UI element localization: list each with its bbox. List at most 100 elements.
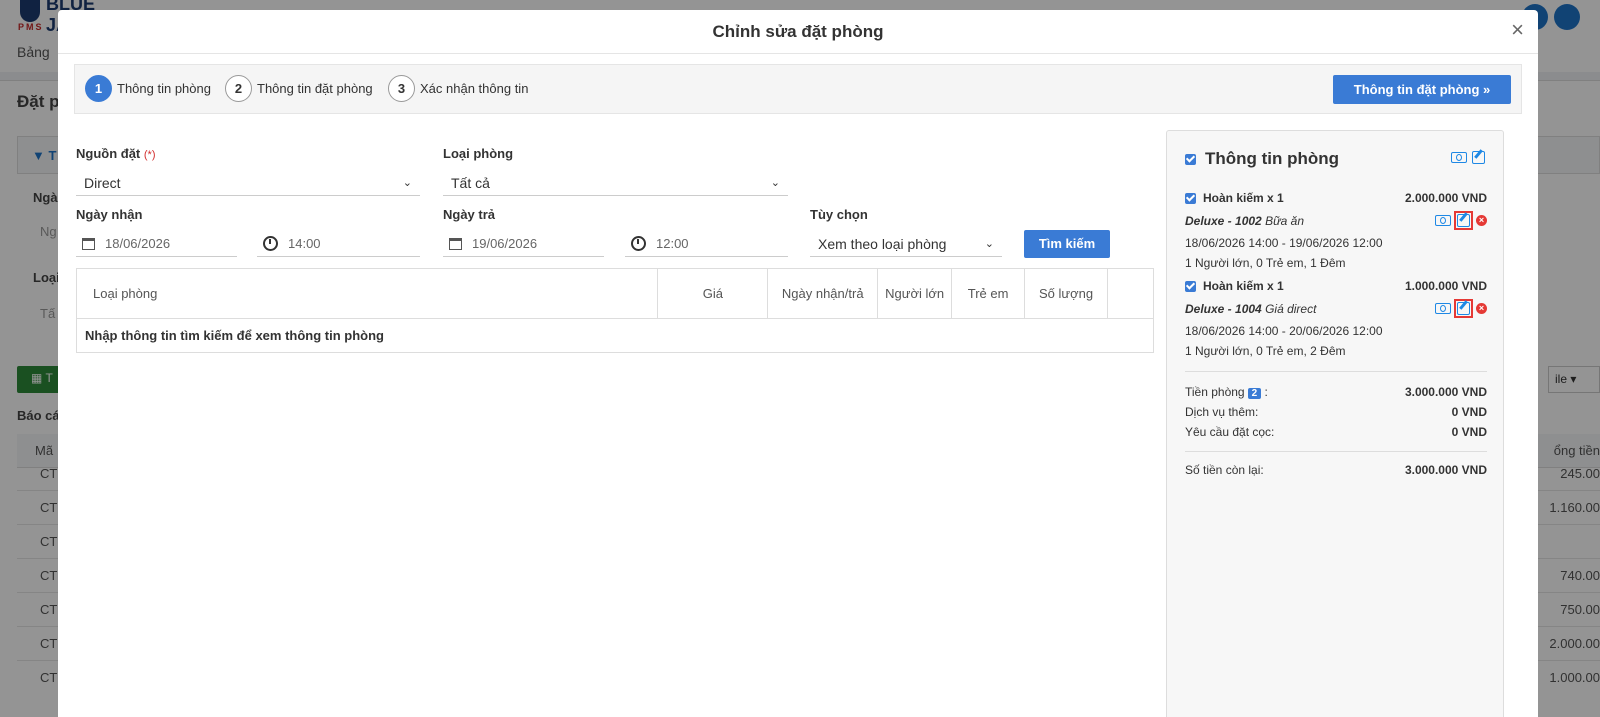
room-item-sub: Deluxe - 1004 Giá direct × <box>1185 299 1487 318</box>
checkout-date-input[interactable]: 19/06/2026 <box>443 231 604 257</box>
select-all-checkbox[interactable] <box>1185 153 1196 165</box>
col-children: Trẻ em <box>951 268 1026 319</box>
step-booking-info[interactable]: 2 Thông tin đặt phòng <box>225 75 373 102</box>
clock-icon <box>631 236 646 251</box>
empty-message: Nhập thông tin tìm kiếm để xem thông tin… <box>76 318 1154 353</box>
room-type-select[interactable]: Tất cả ⌄ <box>443 170 788 196</box>
modal-header: Chỉnh sửa đặt phòng × <box>58 10 1538 54</box>
remaining-row: Số tiền còn lại: 3.000.000 VND <box>1185 463 1487 477</box>
source-label: Nguồn đặt (*) <box>76 146 156 161</box>
room-item-name-wrap: Hoàn kiếm x 1 <box>1185 279 1284 293</box>
room-price: 2.000.000 VND <box>1404 191 1487 205</box>
calendar-icon <box>449 237 462 250</box>
room-item-header: Hoàn kiếm x 1 2.000.000 VND <box>1185 191 1487 205</box>
room-type-label: Loại phòng <box>443 146 514 161</box>
checkin-date-input[interactable]: 18/06/2026 <box>76 231 237 257</box>
room-dates: 18/06/2026 14:00 - 19/06/2026 12:00 <box>1185 236 1383 250</box>
room-number-rate: Deluxe - 1002 Bữa ăn <box>1185 214 1304 228</box>
option-select-value: Xem theo loại phòng <box>818 235 947 252</box>
room-fee-colon: : <box>1264 385 1268 399</box>
table-header-row: Loại phòng Giá Ngày nhận/trả Người lớn T… <box>75 268 1154 319</box>
room-actions: × <box>1435 299 1487 318</box>
service-fee-label: Dịch vụ thêm: <box>1185 405 1259 419</box>
room-checkbox[interactable] <box>1185 280 1196 292</box>
source-label-text: Nguồn đặt <box>76 146 141 161</box>
close-icon[interactable]: × <box>1511 19 1524 41</box>
checkout-date-value: 19/06/2026 <box>472 236 538 251</box>
room-number: Deluxe - 1004 <box>1185 301 1262 316</box>
room-fee-value: 3.000.000 VND <box>1404 385 1487 399</box>
required-mark: (*) <box>143 149 156 161</box>
delete-icon[interactable]: × <box>1476 215 1487 226</box>
sidebar-header-actions <box>1451 151 1485 164</box>
source-select-value: Direct <box>84 174 121 191</box>
edit-icon[interactable] <box>1472 151 1485 164</box>
checkout-time-input[interactable]: 12:00 <box>625 231 788 257</box>
col-action <box>1107 268 1154 319</box>
room-price: 1.000.000 VND <box>1404 279 1487 293</box>
col-adults: Người lớn <box>877 268 953 319</box>
checkin-label: Ngày nhận <box>76 207 143 222</box>
clock-icon <box>263 236 278 251</box>
step-room-info[interactable]: 1 Thông tin phòng <box>85 75 211 102</box>
checkin-time-value: 14:00 <box>288 236 321 251</box>
room-results-table: Loại phòng Giá Ngày nhận/trả Người lớn T… <box>75 268 1154 353</box>
step-number: 3 <box>388 75 415 102</box>
room-name: Hoàn kiếm x 1 <box>1203 191 1284 205</box>
checkout-time-value: 12:00 <box>656 236 689 251</box>
modal-title: Chỉnh sửa đặt phòng <box>712 22 884 41</box>
room-dates: 18/06/2026 14:00 - 20/06/2026 12:00 <box>1185 324 1383 338</box>
col-dates: Ngày nhận/trả <box>767 268 879 319</box>
room-item-sub: Deluxe - 1002 Bữa ăn × <box>1185 211 1487 230</box>
calendar-icon <box>82 237 95 250</box>
col-quantity: Số lượng <box>1024 268 1109 319</box>
step-number: 2 <box>225 75 252 102</box>
next-step-button[interactable]: Thông tin đặt phòng » <box>1333 75 1511 104</box>
room-name: Hoàn kiếm x 1 <box>1203 279 1284 293</box>
remaining-value: 3.000.000 VND <box>1404 463 1487 477</box>
step-number: 1 <box>85 75 112 102</box>
sidebar-header: Thông tin phòng <box>1185 149 1339 169</box>
search-button[interactable]: Tìm kiếm <box>1024 230 1110 258</box>
remaining-label: Số tiền còn lại: <box>1185 463 1264 477</box>
option-select[interactable]: Xem theo loại phòng ⌄ <box>810 231 1002 257</box>
room-info-sidebar: Thông tin phòng Hoàn kiếm x 1 2.000.000 … <box>1166 130 1504 717</box>
service-fee-row: Dịch vụ thêm: 0 VND <box>1185 405 1487 419</box>
sidebar-title: Thông tin phòng <box>1205 149 1340 168</box>
checkin-date-value: 18/06/2026 <box>105 236 171 251</box>
step-confirm[interactable]: 3 Xác nhận thông tin <box>388 75 528 102</box>
room-item-header: Hoàn kiếm x 1 1.000.000 VND <box>1185 279 1487 293</box>
room-guests: 1 Người lớn, 0 Trẻ em, 1 Đêm <box>1185 256 1346 270</box>
price-icon[interactable] <box>1435 303 1451 314</box>
divider <box>1185 371 1487 372</box>
checkout-label: Ngày trả <box>443 207 496 222</box>
room-rate: Bữa ăn <box>1265 213 1305 228</box>
room-item-name-wrap: Hoàn kiếm x 1 <box>1185 191 1284 205</box>
chevron-down-icon: ⌄ <box>402 177 412 189</box>
room-guests: 1 Người lớn, 0 Trẻ em, 2 Đêm <box>1185 344 1346 358</box>
room-checkbox[interactable] <box>1185 192 1196 204</box>
chevron-down-icon: ⌄ <box>984 238 994 250</box>
wizard-steps: 1 Thông tin phòng 2 Thông tin đặt phòng … <box>74 64 1522 114</box>
table-row: Nhập thông tin tìm kiếm để xem thông tin… <box>76 318 1154 353</box>
step-label: Thông tin đặt phòng <box>257 81 373 96</box>
room-type-select-value: Tất cả <box>451 174 490 191</box>
room-fee-row: Tiền phòng 2 : 3.000.000 VND <box>1185 385 1487 399</box>
price-icon[interactable] <box>1451 152 1467 163</box>
edit-booking-modal: Chỉnh sửa đặt phòng × 1 Thông tin phòng … <box>58 10 1538 717</box>
highlight-box <box>1454 299 1473 318</box>
deposit-value: 0 VND <box>1451 425 1487 439</box>
price-icon[interactable] <box>1435 215 1451 226</box>
room-item: Hoàn kiếm x 1 1.000.000 VND Deluxe - 100… <box>1185 279 1487 358</box>
room-fee-label-wrap: Tiền phòng 2 : <box>1185 385 1268 399</box>
edit-icon[interactable] <box>1457 302 1470 315</box>
room-rate: Giá direct <box>1265 301 1317 316</box>
col-room-type: Loại phòng <box>75 268 659 319</box>
deposit-row: Yêu cầu đặt cọc: 0 VND <box>1185 425 1487 439</box>
checkin-time-input[interactable]: 14:00 <box>257 231 420 257</box>
delete-icon[interactable]: × <box>1476 303 1487 314</box>
room-count-badge: 2 <box>1247 388 1262 399</box>
source-select[interactable]: Direct ⌄ <box>76 170 420 196</box>
divider <box>1185 451 1487 452</box>
edit-icon[interactable] <box>1457 214 1470 227</box>
